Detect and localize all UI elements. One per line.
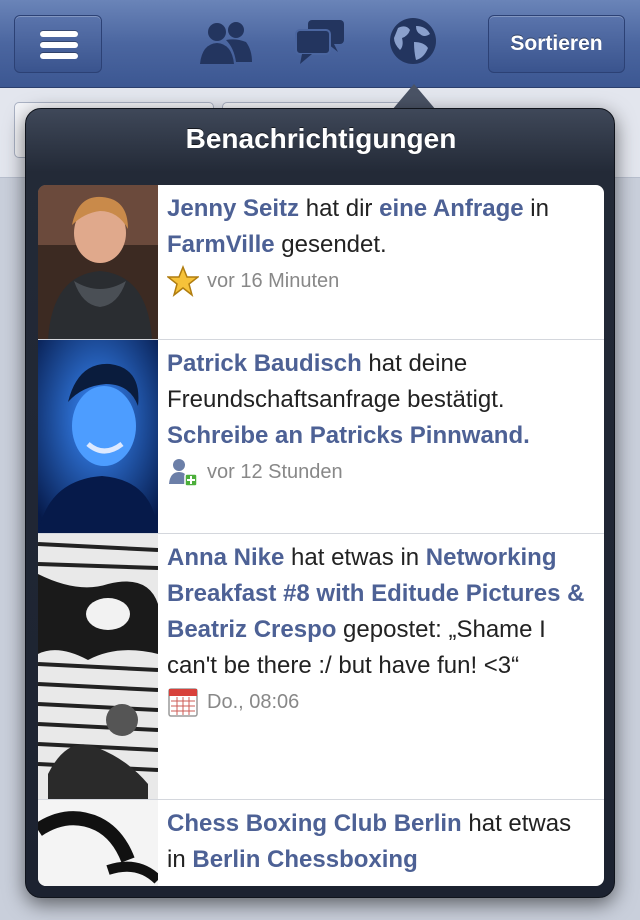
notification-item[interactable]: Anna Nike hat etwas in Networking Breakf… <box>38 534 604 800</box>
messages-icon[interactable] <box>294 18 346 71</box>
notification-text: Chess Boxing Club Berlin hat etwas in Be… <box>167 806 596 878</box>
notification-link[interactable]: Patrick Baudisch <box>167 350 362 377</box>
notification-link[interactable]: Chess Boxing Club Berlin <box>167 810 462 837</box>
notification-list[interactable]: Jenny Seitz hat dir eine Anfrage in Farm… <box>38 185 604 886</box>
notification-text: Jenny Seitz hat dir eine Anfrage in Farm… <box>167 191 596 263</box>
avatar <box>38 800 158 886</box>
popover-title: Benachrichtigungen <box>185 123 457 154</box>
notification-text-part: in <box>523 195 549 222</box>
avatar <box>38 185 158 339</box>
notification-text-part: hat etwas in <box>284 544 426 571</box>
notification-text-part: gesendet. <box>274 231 387 258</box>
notification-link[interactable]: Anna Nike <box>167 544 284 571</box>
notification-text-part: hat dir <box>299 195 380 222</box>
notification-text: Patrick Baudisch hat deine Freundschafts… <box>167 346 596 454</box>
friends-icon[interactable] <box>198 18 254 73</box>
notification-time: vor 12 Stunden <box>207 461 343 483</box>
notification-link[interactable]: eine Anfrage <box>379 195 523 222</box>
globe-icon[interactable] <box>388 16 438 71</box>
notification-link[interactable]: FarmVille <box>167 231 275 258</box>
notification-item[interactable]: Jenny Seitz hat dir eine Anfrage in Farm… <box>38 185 604 340</box>
notification-text: Anna Nike hat etwas in Networking Breakf… <box>167 540 596 684</box>
notification-time: Do., 08:06 <box>207 691 300 713</box>
notification-meta: vor 12 Stunden <box>167 454 596 490</box>
notification-meta: vor 16 Minuten <box>165 263 596 299</box>
notification-link[interactable]: Berlin Chessboxing <box>192 846 417 873</box>
notification-link[interactable]: Jenny Seitz <box>167 195 299 222</box>
notification-item[interactable]: Patrick Baudisch hat deine Freundschafts… <box>38 340 604 534</box>
calendar-icon <box>167 686 199 718</box>
avatar <box>38 534 158 799</box>
notification-meta: Do., 08:06 <box>167 684 596 720</box>
friend-add-icon <box>167 456 199 488</box>
notification-time: vor 16 Minuten <box>207 270 340 292</box>
avatar <box>38 340 158 533</box>
notification-item[interactable]: Chess Boxing Club Berlin hat etwas in Be… <box>38 800 604 886</box>
top-navbar: Sortieren <box>0 0 640 88</box>
popover-arrow <box>392 84 436 110</box>
star-icon <box>165 264 201 297</box>
sort-button[interactable]: Sortieren <box>488 15 625 73</box>
menu-button[interactable] <box>14 15 102 73</box>
notification-link[interactable]: Schreibe an Patricks Pinnwand. <box>167 422 530 449</box>
notifications-popover: Benachrichtigungen Jenny Seitz hat dir e… <box>25 108 615 898</box>
